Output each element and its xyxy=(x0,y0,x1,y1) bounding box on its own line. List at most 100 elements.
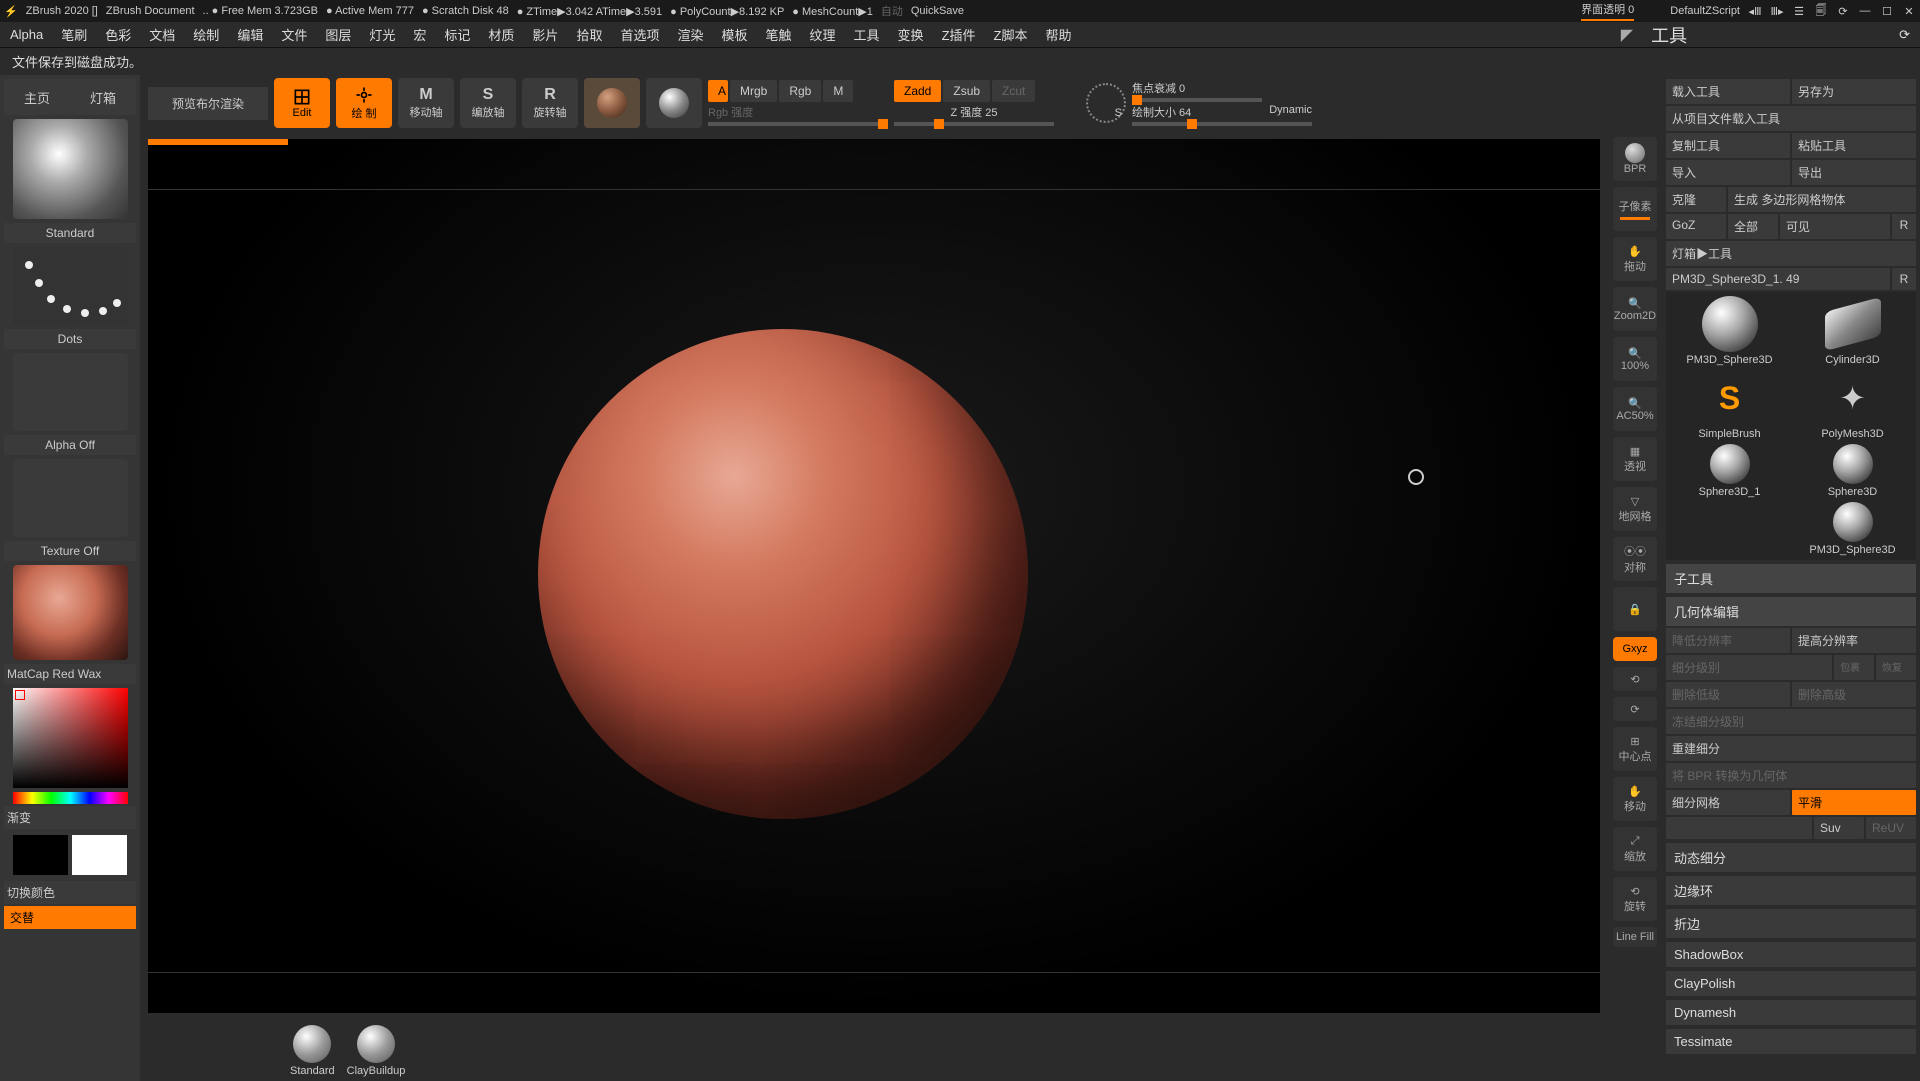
minimize-icon[interactable]: — xyxy=(1858,4,1872,18)
menu-layer[interactable]: 图层 xyxy=(325,25,351,44)
texture-thumbnail[interactable] xyxy=(13,459,128,537)
move-gizmo-button[interactable]: M移动轴 xyxy=(398,78,454,128)
gradient-label[interactable]: 渐变 xyxy=(4,806,136,829)
makepoly-button[interactable]: 生成 多边形网格物体 xyxy=(1728,187,1916,212)
menu-zscript[interactable]: Z脚本 xyxy=(994,25,1028,44)
copy-tool-button[interactable]: 复制工具 xyxy=(1666,133,1790,158)
paste-tool-button[interactable]: 粘贴工具 xyxy=(1792,133,1916,158)
alternate-button[interactable]: 交替 xyxy=(4,906,136,929)
mrgb-button[interactable]: Mrgb xyxy=(730,80,777,102)
menu-stroke[interactable]: 笔触 xyxy=(766,25,792,44)
crease-section[interactable]: 折边 xyxy=(1666,909,1916,938)
close-icon[interactable]: ✕ xyxy=(1902,4,1916,18)
draw-mode-button[interactable]: 绘 制 xyxy=(336,78,392,128)
frame-button[interactable]: ⊞中心点 xyxy=(1613,727,1657,771)
restore-button[interactable]: 恢复 xyxy=(1876,655,1916,680)
menu-preferences[interactable]: 首选项 xyxy=(620,25,659,44)
brush-slot-claybuildup[interactable]: ClayBuildup xyxy=(347,1025,406,1077)
stroke-thumbnail[interactable] xyxy=(13,247,128,325)
freeze-sdiv-button[interactable]: 冻结细分级别 xyxy=(1666,709,1916,734)
menu-draw[interactable]: 绘制 xyxy=(193,25,219,44)
cage-button[interactable]: 包裹 xyxy=(1834,655,1874,680)
menu-tool[interactable]: 工具 xyxy=(854,25,880,44)
menu-movie[interactable]: 影片 xyxy=(532,25,558,44)
menu-light[interactable]: 灯光 xyxy=(369,25,395,44)
persp-button[interactable]: ▦透视 xyxy=(1613,437,1657,481)
quicksave-button[interactable]: QuickSave xyxy=(911,5,964,17)
menu-stencil[interactable]: 模板 xyxy=(721,25,747,44)
goz-visible-button[interactable]: 可见 xyxy=(1780,214,1890,239)
tab-lightbox[interactable]: 灯箱 xyxy=(70,79,136,115)
hue-strip[interactable] xyxy=(13,792,128,804)
rgb-button[interactable]: Rgb xyxy=(779,80,821,102)
divide-button[interactable]: 细分网格 xyxy=(1666,790,1790,815)
rot-y-button[interactable]: ⟲ xyxy=(1613,667,1657,691)
xyz-button[interactable]: Gxyz xyxy=(1613,637,1657,661)
tab-home[interactable]: 主页 xyxy=(4,79,70,115)
reconstruct-button[interactable]: 重建细分 xyxy=(1666,736,1916,761)
a-toggle[interactable]: A xyxy=(708,80,728,102)
menu-zplugin[interactable]: Z插件 xyxy=(942,25,976,44)
goz-button[interactable]: GoZ xyxy=(1666,214,1726,239)
switch-color-label[interactable]: 切换颜色 xyxy=(4,881,136,904)
menu-icon[interactable]: ☰ xyxy=(1792,4,1806,18)
brush-thumbnail[interactable] xyxy=(13,119,128,219)
grey-preview-button[interactable] xyxy=(646,78,702,128)
menu-texture[interactable]: 纹理 xyxy=(810,25,836,44)
move-view-button[interactable]: ✋移动 xyxy=(1613,777,1657,821)
reuv-button[interactable]: ReUV xyxy=(1866,817,1916,839)
rgb-intensity-slider[interactable] xyxy=(708,122,888,126)
m-button[interactable]: M xyxy=(823,80,853,102)
edit-mode-button[interactable]: Edit xyxy=(274,78,330,128)
drawsize-slider[interactable] xyxy=(1132,122,1312,126)
menu-file[interactable]: 文件 xyxy=(281,25,307,44)
del-low-button[interactable]: 删除低级 xyxy=(1666,682,1790,707)
dynamic-label[interactable]: Dynamic xyxy=(1269,104,1312,120)
rotate-gizmo-button[interactable]: R旋转轴 xyxy=(522,78,578,128)
tool-item-sphere3d-1[interactable]: Sphere3D_1 xyxy=(1670,444,1789,498)
subtool-section[interactable]: 子工具 xyxy=(1666,564,1916,593)
claypolish-section[interactable]: ClayPolish xyxy=(1666,971,1916,996)
color-picker[interactable] xyxy=(13,688,128,788)
scale-gizmo-button[interactable]: S编放轴 xyxy=(460,78,516,128)
higher-res-button[interactable]: 提高分辨率 xyxy=(1792,628,1916,653)
tool-item-polymesh[interactable]: ✦PolyMesh3D xyxy=(1793,370,1912,440)
goz-r-button[interactable]: R xyxy=(1892,214,1916,239)
sdiv-slider[interactable]: 细分级别 xyxy=(1666,655,1832,680)
sphere-preview-button[interactable] xyxy=(584,78,640,128)
doc-icon[interactable]: 🗐 xyxy=(1814,4,1828,18)
import-button[interactable]: 导入 xyxy=(1666,160,1790,185)
z-intensity-slider[interactable] xyxy=(894,122,1054,126)
viewport-canvas[interactable] xyxy=(148,139,1600,1013)
bpr-button[interactable]: BPR xyxy=(1613,137,1657,181)
r-button[interactable]: R xyxy=(1892,268,1916,290)
tessimate-section[interactable]: Tessimate xyxy=(1666,1029,1916,1054)
material-thumbnail[interactable] xyxy=(13,565,128,660)
preview-bool-button[interactable]: 预览布尔渲染 xyxy=(148,87,268,120)
menu-marker[interactable]: 标记 xyxy=(444,25,470,44)
swatch-black[interactable] xyxy=(13,835,68,875)
zoom2d-button[interactable]: 🔍Zoom2D xyxy=(1613,287,1657,331)
collapse-icon[interactable]: ◤ xyxy=(1621,25,1633,45)
next-icon[interactable]: Ⅲ▸ xyxy=(1770,4,1784,18)
zcut-button[interactable]: Zcut xyxy=(992,80,1035,102)
menu-brush[interactable]: 笔刷 xyxy=(61,25,87,44)
menu-alpha[interactable]: Alpha xyxy=(10,27,43,42)
alpha-thumbnail[interactable] xyxy=(13,353,128,431)
menu-help[interactable]: 帮助 xyxy=(1045,25,1071,44)
zsub-button[interactable]: Zsub xyxy=(943,80,990,102)
rot-z-button[interactable]: ⟳ xyxy=(1613,697,1657,721)
half-button[interactable]: 🔍AC50% xyxy=(1613,387,1657,431)
dynamic-sub-section[interactable]: 动态细分 xyxy=(1666,843,1916,872)
goz-all-button[interactable]: 全部 xyxy=(1728,214,1778,239)
menu-edit[interactable]: 编辑 xyxy=(237,25,263,44)
restore-icon[interactable]: ⟳ xyxy=(1836,4,1850,18)
bpr-to-geo-button[interactable]: 将 BPR 转换为几何体 xyxy=(1666,763,1916,788)
linefill-button[interactable]: Line Fill xyxy=(1613,927,1657,947)
tool-item-simplebrush[interactable]: SSimpleBrush xyxy=(1670,370,1789,440)
lower-res-button[interactable]: 降低分辨率 xyxy=(1666,628,1790,653)
dynamesh-section[interactable]: Dynamesh xyxy=(1666,1000,1916,1025)
prev-icon[interactable]: ◂Ⅲ xyxy=(1748,4,1762,18)
lightbox-tool-button[interactable]: 灯箱▶工具 xyxy=(1666,241,1916,266)
menu-document[interactable]: 文档 xyxy=(149,25,175,44)
